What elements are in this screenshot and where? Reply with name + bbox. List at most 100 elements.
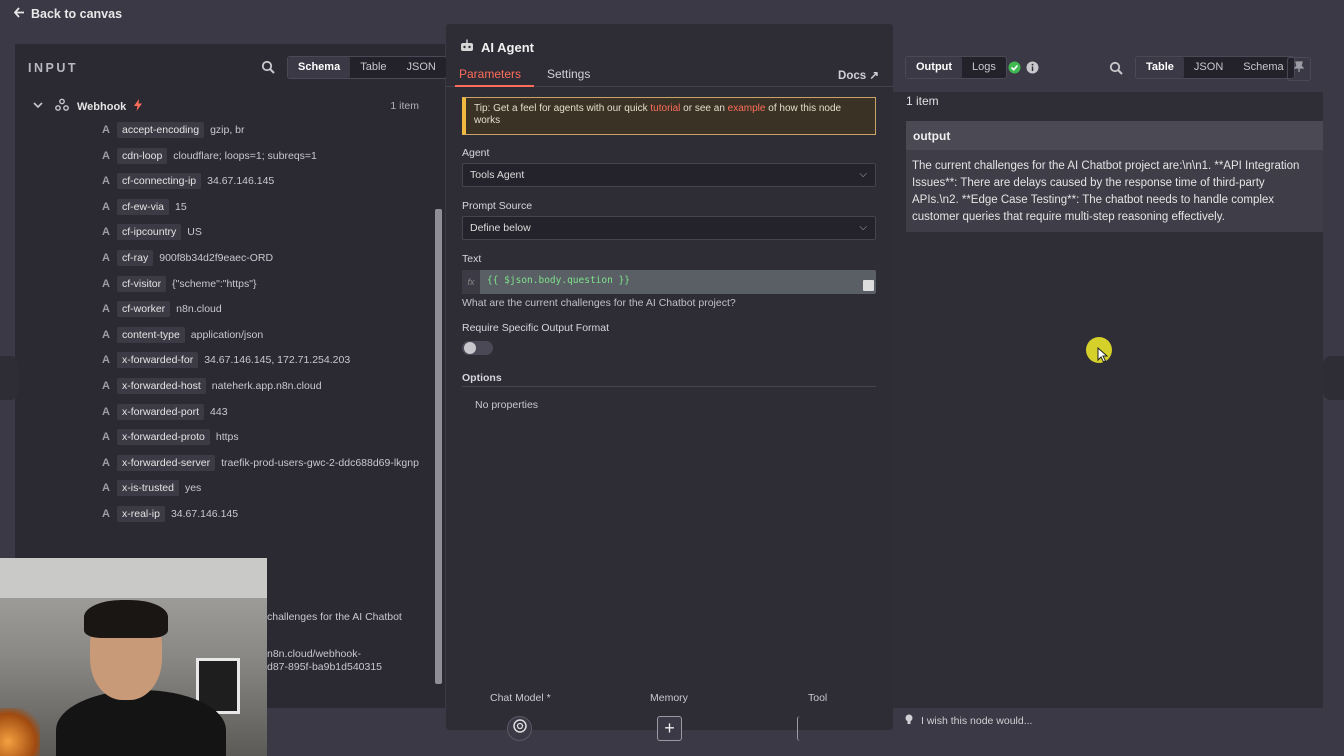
- example-link[interactable]: example: [728, 103, 766, 114]
- docs-link[interactable]: Docs ↗: [838, 68, 879, 82]
- presenter-hair: [84, 600, 168, 638]
- field-key[interactable]: cf-visitor: [117, 275, 167, 292]
- prompt-source-value: Define below: [470, 222, 531, 234]
- schema-field-row[interactable]: Ax-forwarded-port 443: [99, 402, 228, 422]
- field-key[interactable]: cf-worker: [117, 301, 171, 318]
- input-header: INPUT Schema Table JSON: [15, 44, 447, 92]
- webcam-overlay: [0, 558, 267, 756]
- expand-icon[interactable]: [863, 280, 874, 291]
- field-key[interactable]: content-type: [117, 326, 185, 343]
- schema-field-row[interactable]: Ax-real-ip 34.67.146.145: [99, 504, 238, 524]
- schema-field-row[interactable]: Acf-worker n8n.cloud: [99, 299, 222, 319]
- output-item-count: 1 item: [906, 94, 939, 108]
- connection-handle-right[interactable]: [1323, 356, 1344, 400]
- info-icon[interactable]: [1026, 61, 1039, 79]
- output-view-switch: Table JSON Schema: [1135, 56, 1295, 79]
- field-value: 900f8b34d2f9eaec-ORD: [159, 252, 274, 264]
- field-value: 34.67.146.145: [170, 508, 239, 520]
- agent-select[interactable]: Tools Agent ⌵: [462, 163, 876, 187]
- prompt-source-label: Prompt Source: [462, 200, 533, 212]
- text-expression-input[interactable]: fx {{ $json.body.question }}: [462, 270, 876, 294]
- output-format-toggle[interactable]: [462, 341, 493, 355]
- webhook-node-row[interactable]: Webhook: [33, 98, 143, 115]
- field-key[interactable]: accept-encoding: [117, 122, 205, 138]
- output-logs-switch: Output Logs: [905, 56, 1007, 79]
- feedback-link[interactable]: I wish this node would...: [905, 714, 1032, 728]
- tab-logs[interactable]: Logs: [962, 57, 1006, 78]
- mouse-cursor-icon: [1097, 346, 1109, 368]
- field-key[interactable]: x-forwarded-server: [117, 454, 216, 471]
- value-fragment: d87-895f-ba9b1d540315: [267, 661, 383, 673]
- schema-field-row[interactable]: Acontent-type application/json: [99, 325, 263, 345]
- field-value: cloudflare; loops=1; subreqs=1: [173, 149, 317, 162]
- field-key[interactable]: cf-connecting-ip: [117, 173, 202, 190]
- scrollbar-thumb[interactable]: [435, 209, 442, 684]
- output-cell[interactable]: The current challenges for the AI Chatbo…: [912, 158, 1312, 226]
- output-view-schema[interactable]: Schema: [1233, 57, 1293, 78]
- node-tabs: Parameters Settings Docs ↗: [446, 62, 893, 87]
- output-view-table[interactable]: Table: [1136, 57, 1184, 78]
- field-key[interactable]: x-forwarded-proto: [117, 429, 210, 446]
- schema-field-row[interactable]: Ax-is-trusted yes: [99, 478, 201, 498]
- field-key[interactable]: x-forwarded-port: [117, 403, 205, 420]
- field-key[interactable]: cf-ipcountry: [117, 224, 182, 241]
- output-view-json[interactable]: JSON: [1184, 57, 1233, 78]
- string-type-icon: A: [102, 482, 110, 495]
- success-check-icon: [1008, 61, 1021, 79]
- input-scrollbar[interactable]: [433, 94, 444, 708]
- back-label: Back to canvas: [31, 7, 123, 21]
- schema-field-row[interactable]: Ax-forwarded-for 34.67.146.145, 172.71.25…: [99, 350, 350, 370]
- input-view-schema[interactable]: Schema: [288, 57, 351, 78]
- field-value: US: [187, 226, 202, 239]
- search-icon[interactable]: [1109, 61, 1123, 80]
- field-key[interactable]: cf-ew-via: [117, 198, 170, 215]
- field-value: n8n.cloud: [176, 303, 222, 316]
- schema-field-row[interactable]: Acdn-loop cloudflare; loops=1; subreqs=1: [99, 146, 317, 166]
- add-memory-button[interactable]: +: [657, 716, 682, 741]
- tip-text: or see an: [680, 103, 728, 114]
- tip-banner: Tip: Get a feel for agents with our quic…: [462, 97, 876, 135]
- schema-field-row[interactable]: Acf-connecting-ip 34.67.146.145: [99, 171, 274, 191]
- string-type-icon: A: [102, 456, 110, 469]
- tab-parameters[interactable]: Parameters: [459, 67, 521, 81]
- field-key[interactable]: cdn-loop: [117, 147, 168, 164]
- string-type-icon: A: [102, 405, 110, 418]
- back-to-canvas-button[interactable]: Back to canvas: [13, 7, 123, 21]
- chevron-down-icon[interactable]: [33, 100, 43, 113]
- schema-field-row[interactable]: Ax-forwarded-proto https: [99, 427, 239, 447]
- tab-output[interactable]: Output: [906, 57, 963, 78]
- field-key[interactable]: x-real-ip: [117, 506, 165, 522]
- schema-field-row[interactable]: Acf-visitor {"scheme":"https"}: [99, 274, 256, 294]
- fx-icon: fx: [462, 270, 480, 294]
- tutorial-link[interactable]: tutorial: [650, 103, 680, 114]
- schema-field-row[interactable]: Acf-ipcountry US: [99, 222, 202, 242]
- no-properties-text: No properties: [475, 399, 539, 411]
- field-key[interactable]: x-is-trusted: [117, 480, 179, 497]
- output-format-label: Require Specific Output Format: [462, 322, 610, 334]
- input-view-json[interactable]: JSON: [397, 57, 446, 78]
- schema-field-row[interactable]: Ax-forwarded-host nateherk.app.n8n.cloud: [99, 376, 322, 396]
- field-key[interactable]: x-forwarded-for: [117, 352, 199, 369]
- connection-handle-left[interactable]: [0, 356, 18, 400]
- field-key[interactable]: x-forwarded-host: [117, 378, 206, 394]
- sub-node-label-tool: Tool: [808, 692, 828, 704]
- schema-field-row[interactable]: Acf-ray 900f8b34d2f9eaec-ORD: [99, 248, 273, 268]
- schema-field-row[interactable]: Acf-ew-via 15: [99, 197, 187, 217]
- input-title: INPUT: [28, 61, 78, 75]
- schema-tree: Webhook 1 item Aaccept-encoding gzip, br A…: [15, 94, 431, 564]
- external-link-icon: ↗: [869, 70, 879, 82]
- chat-model-node[interactable]: [507, 716, 532, 741]
- prompt-source-select[interactable]: Define below ⌵: [462, 216, 876, 240]
- input-view-table[interactable]: Table: [350, 57, 396, 78]
- schema-field-row[interactable]: Aaccept-encoding gzip, br: [99, 120, 245, 140]
- tool-connector[interactable]: [797, 716, 819, 741]
- tip-text: Tip: Get a feel for agents with our quic…: [474, 103, 651, 114]
- pin-data-button[interactable]: [1287, 57, 1311, 81]
- tab-settings[interactable]: Settings: [547, 67, 590, 81]
- field-key[interactable]: cf-ray: [117, 250, 154, 266]
- string-type-icon: A: [102, 226, 110, 239]
- string-type-icon: A: [102, 149, 110, 162]
- schema-field-row[interactable]: Ax-forwarded-server traefik-prod-users-gw…: [99, 453, 419, 473]
- search-icon[interactable]: [261, 60, 277, 76]
- active-tab-indicator: [455, 85, 534, 87]
